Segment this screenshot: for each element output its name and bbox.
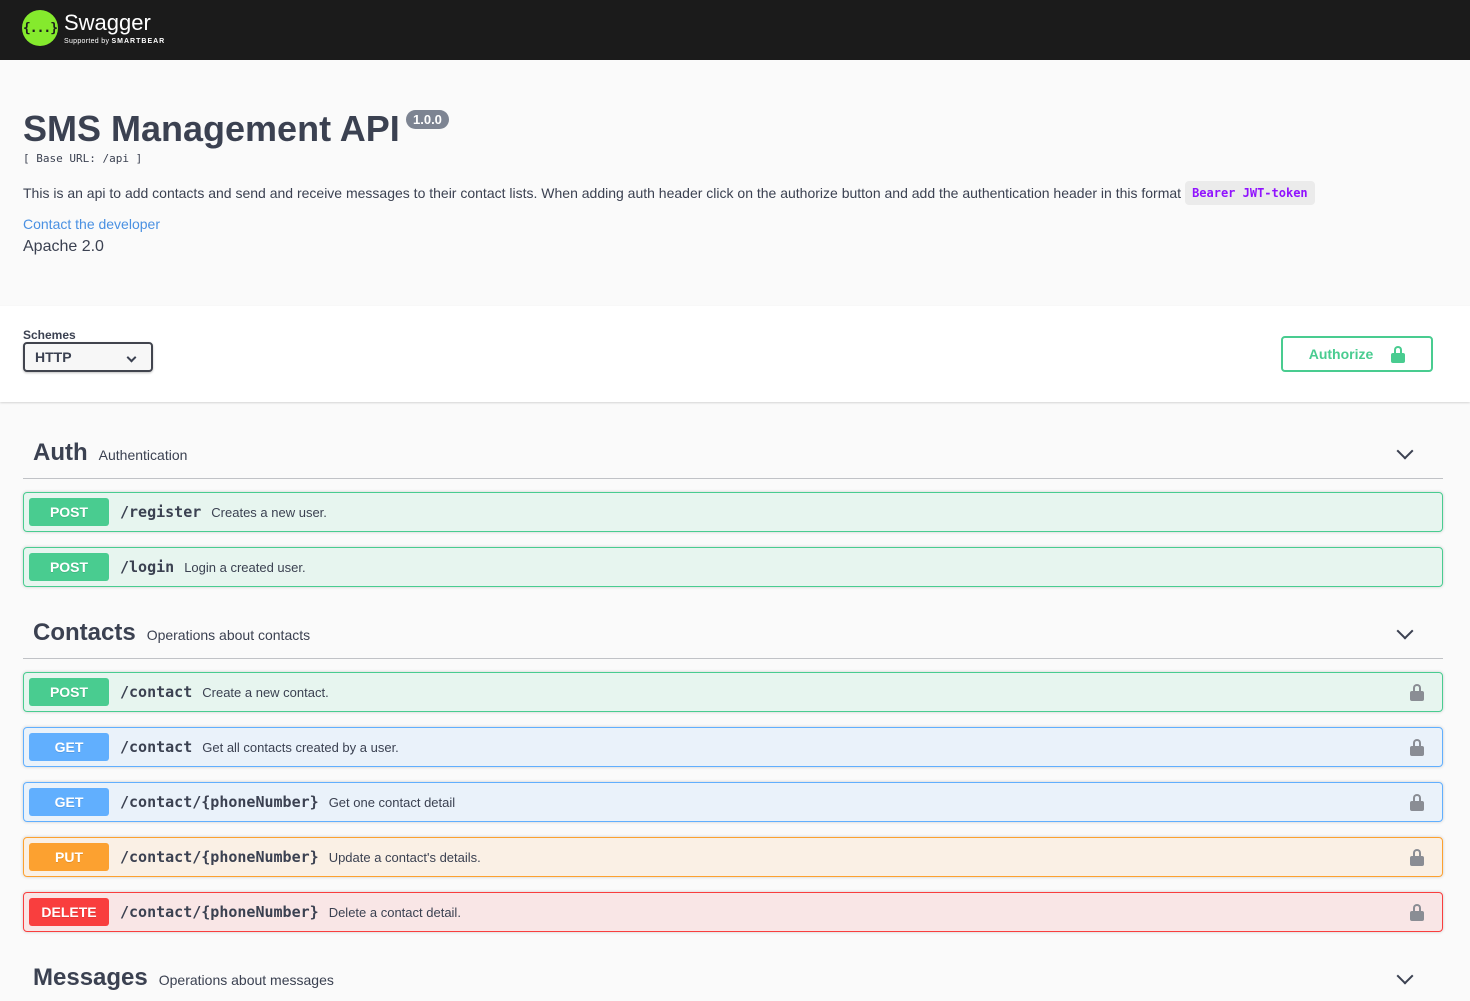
opblock-put[interactable]: PUT/contact/{phoneNumber} Update a contac… — [23, 837, 1443, 877]
operation-summary: Delete a contact detail. — [328, 904, 461, 920]
tag-header-contacts[interactable]: Contacts Operations about contacts — [23, 607, 1443, 659]
logo-subtitle: Supported by SMARTBEAR — [64, 37, 165, 46]
api-description: This is an api to add contacts and send … — [23, 181, 1315, 205]
auth-format-code: Bearer JWT-token — [1185, 181, 1315, 205]
lock-icon[interactable] — [1410, 794, 1424, 811]
operation-path: /contact — [120, 683, 193, 701]
method-badge: GET — [29, 788, 109, 816]
license: Apache 2.0 — [23, 238, 104, 255]
method-badge: POST — [29, 498, 109, 526]
lock-icon[interactable] — [1410, 904, 1424, 921]
tag-name: Messages — [33, 963, 148, 991]
opblock-get[interactable]: GET/contact Get all contacts created by a… — [23, 727, 1443, 767]
operation-summary: Get all contacts created by a user. — [202, 739, 399, 755]
opblock-post[interactable]: POST/login Login a created user. — [23, 547, 1443, 587]
chevron-down-icon[interactable] — [1396, 442, 1414, 460]
tag-description: Operations about contacts — [146, 626, 311, 643]
operation-summary: Get one contact detail — [328, 794, 456, 810]
tag-description: Operations about messages — [158, 971, 334, 988]
lock-icon[interactable] — [1410, 739, 1424, 756]
operation-summary: Login a created user. — [184, 559, 306, 575]
operation-summary: Creates a new user. — [211, 504, 327, 520]
opblock-post[interactable]: POST/register Creates a new user. — [23, 492, 1443, 532]
tag-description: Authentication — [98, 446, 188, 463]
logo-text: Swagger Supported by SMARTBEAR — [64, 9, 165, 46]
operation-path: /contact — [120, 738, 193, 756]
operation-summary: Create a new contact. — [202, 684, 329, 700]
logo-sub-prefix: Supported by — [64, 37, 110, 45]
base-url: [ Base URL: /api ] — [23, 152, 143, 165]
method-badge: PUT — [29, 843, 109, 871]
chevron-down-icon[interactable] — [1396, 967, 1414, 985]
method-badge: DELETE — [29, 898, 109, 926]
chevron-down-icon — [126, 352, 137, 363]
tag-header-messages[interactable]: Messages Operations about messages — [23, 952, 1443, 1001]
opblock-delete[interactable]: DELETE/contact/{phoneNumber} Delete a con… — [23, 892, 1443, 932]
schemes-select[interactable]: HTTP — [23, 342, 153, 372]
tag-name: Auth — [33, 438, 88, 466]
chevron-down-icon[interactable] — [1396, 622, 1414, 640]
opblock-post[interactable]: POST/contact Create a new contact. — [23, 672, 1443, 712]
method-badge: POST — [29, 678, 109, 706]
authorize-button[interactable]: Authorize — [1281, 336, 1433, 372]
contact-developer-link[interactable]: Contact the developer — [23, 216, 160, 232]
lock-icon[interactable] — [1410, 849, 1424, 866]
schemes-label: Schemes — [23, 328, 76, 342]
version-badge: 1.0.0 — [406, 110, 449, 129]
description-text: This is an api to add contacts and send … — [23, 185, 1182, 201]
authorize-label: Authorize — [1308, 346, 1374, 362]
swagger-logo[interactable]: {...} Swagger Supported by SMARTBEAR — [22, 10, 165, 46]
operation-path: /contact/{phoneNumber} — [120, 903, 319, 921]
operation-path: /login — [120, 558, 175, 576]
unlock-icon — [1391, 345, 1406, 363]
lock-icon[interactable] — [1410, 684, 1424, 701]
scheme-container: Schemes HTTP Authorize — [0, 306, 1470, 402]
method-badge: POST — [29, 553, 109, 581]
swagger-logo-icon: {...} — [22, 10, 58, 46]
operation-summary: Update a contact's details. — [328, 849, 481, 865]
tag-header-auth[interactable]: Auth Authentication — [23, 427, 1443, 479]
operation-path: /register — [120, 503, 202, 521]
operation-path: /contact/{phoneNumber} — [120, 848, 319, 866]
schemes-selected-value: HTTP — [35, 349, 72, 365]
logo-name: Swagger — [64, 9, 151, 35]
api-title: SMS Management API — [23, 108, 400, 149]
topbar: {...} Swagger Supported by SMARTBEAR — [0, 0, 1470, 60]
tag-name: Contacts — [33, 618, 136, 646]
method-badge: GET — [29, 733, 109, 761]
operation-path: /contact/{phoneNumber} — [120, 793, 319, 811]
opblock-get[interactable]: GET/contact/{phoneNumber} Get one contact… — [23, 782, 1443, 822]
logo-sub-brand: SMARTBEAR — [111, 37, 166, 45]
